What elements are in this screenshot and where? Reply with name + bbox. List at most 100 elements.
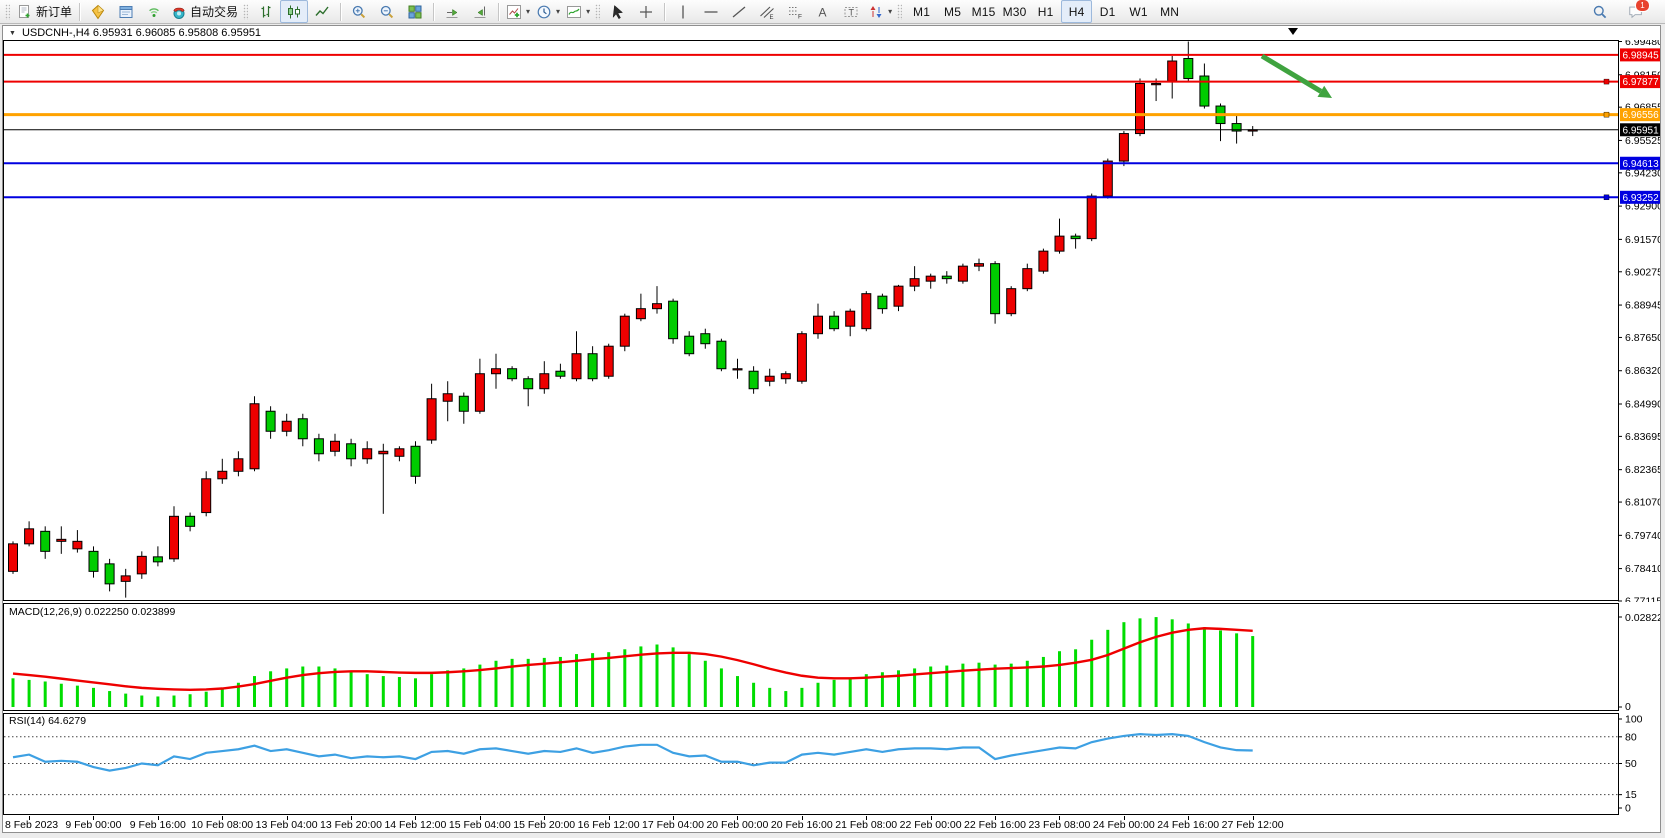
candle xyxy=(379,444,388,514)
arrows-button[interactable]: ▾ xyxy=(865,0,895,23)
candle xyxy=(942,271,951,284)
vertical-line-icon xyxy=(675,4,691,20)
time-axis-label: 14 Feb 12:00 xyxy=(384,819,446,831)
clock-icon xyxy=(536,4,552,20)
periods-button[interactable]: ▾ xyxy=(533,0,563,23)
candlestick-series xyxy=(9,42,1258,598)
svg-text:0: 0 xyxy=(1625,803,1631,815)
tf-w1-button[interactable]: W1 xyxy=(1123,0,1154,23)
time-axis-label: 16 Feb 12:00 xyxy=(578,819,640,831)
svg-text:6.94613: 6.94613 xyxy=(1623,159,1660,170)
crosshair-button[interactable] xyxy=(632,0,660,23)
tf-m1-button[interactable]: M1 xyxy=(906,0,937,23)
dropdown-caret-icon[interactable]: ▾ xyxy=(556,7,560,16)
notifications-button[interactable]: 1 xyxy=(1622,0,1650,23)
new-order-button[interactable]: 新订单 xyxy=(14,0,75,23)
candle xyxy=(1023,264,1032,292)
tf-m1-button-label: M1 xyxy=(913,5,930,19)
chart-shift-marker-icon[interactable] xyxy=(1288,28,1298,35)
toolbar-grip[interactable] xyxy=(243,4,248,20)
label-icon: T xyxy=(843,4,859,20)
candle xyxy=(427,384,436,444)
auto-trading-button[interactable]: 自动交易 xyxy=(168,0,241,23)
candle xyxy=(975,259,984,272)
candle xyxy=(814,304,823,339)
candle xyxy=(926,274,935,289)
indicators-icon xyxy=(506,4,522,20)
line-handle[interactable] xyxy=(1604,79,1609,84)
market-watch-button[interactable] xyxy=(84,0,112,23)
text-button[interactable]: A xyxy=(809,0,837,23)
toolbar-grip[interactable] xyxy=(5,4,10,20)
svg-text:6.81070: 6.81070 xyxy=(1625,497,1660,509)
dropdown-caret-icon[interactable]: ▾ xyxy=(526,7,530,16)
candle xyxy=(186,513,195,532)
svg-text:6.99480: 6.99480 xyxy=(1625,40,1660,48)
time-axis-label: 9 Feb 00:00 xyxy=(65,819,121,831)
candle xyxy=(910,266,919,291)
svg-text:6.86320: 6.86320 xyxy=(1625,365,1660,377)
fibonacci-button[interactable]: F xyxy=(781,0,809,23)
cursor-button[interactable] xyxy=(604,0,632,23)
rsi-pane[interactable]: 1008050150 xyxy=(3,712,1660,816)
candle xyxy=(89,546,98,577)
line-chart-icon xyxy=(314,4,330,20)
equidistant-channel-button[interactable]: E xyxy=(753,0,781,23)
candle xyxy=(73,530,82,553)
candle xyxy=(846,309,855,337)
text-icon: A xyxy=(815,4,831,20)
signals-button[interactable] xyxy=(140,0,168,23)
time-axis-label: 23 Feb 08:00 xyxy=(1028,819,1090,831)
horizontal-line-button[interactable] xyxy=(697,0,725,23)
candle xyxy=(524,376,533,406)
text-label-button[interactable]: T xyxy=(837,0,865,23)
candle xyxy=(733,359,742,379)
tf-h4-button[interactable]: H4 xyxy=(1061,0,1092,23)
tile-windows-button[interactable] xyxy=(401,0,429,23)
toolbar-grip[interactable] xyxy=(897,4,902,20)
candle xyxy=(765,369,774,387)
tf-d1-button[interactable]: D1 xyxy=(1092,0,1123,23)
svg-text:15: 15 xyxy=(1625,789,1637,801)
vertical-line-button[interactable] xyxy=(669,0,697,23)
line-handle[interactable] xyxy=(1604,112,1609,117)
candle xyxy=(572,331,581,381)
templates-button[interactable]: ▾ xyxy=(563,0,593,23)
macd-pane[interactable]: 0.0282270 xyxy=(3,602,1660,712)
tf-m15-button[interactable]: M15 xyxy=(968,0,999,23)
price-chart-pane[interactable]: 6.994806.981506.968556.955256.942306.929… xyxy=(3,40,1660,602)
collapse-chart-icon[interactable]: ▼ xyxy=(9,30,16,37)
candle xyxy=(9,541,18,574)
tf-m5-button-label: M5 xyxy=(944,5,961,19)
candle xyxy=(1087,194,1096,242)
chart-shift-button[interactable] xyxy=(466,0,494,23)
trendline-button[interactable] xyxy=(725,0,753,23)
zoom-in-button[interactable] xyxy=(345,0,373,23)
search-button[interactable] xyxy=(1586,0,1614,23)
line-chart-button[interactable] xyxy=(308,0,336,23)
svg-text:E: E xyxy=(770,15,774,20)
time-axis: 8 Feb 20239 Feb 00:009 Feb 16:0010 Feb 0… xyxy=(3,816,1653,832)
candle xyxy=(1232,114,1241,144)
zoom-out-button[interactable] xyxy=(373,0,401,23)
dropdown-caret-icon[interactable]: ▾ xyxy=(586,7,590,16)
auto-scroll-button[interactable] xyxy=(438,0,466,23)
data-window-button[interactable] xyxy=(112,0,140,23)
candle xyxy=(991,261,1000,324)
tf-m30-button[interactable]: M30 xyxy=(999,0,1030,23)
candle xyxy=(636,294,645,322)
candlestick-icon xyxy=(286,4,302,20)
candlestick-chart-button[interactable] xyxy=(280,0,308,23)
tf-h1-button[interactable]: H1 xyxy=(1030,0,1061,23)
tf-m5-button[interactable]: M5 xyxy=(937,0,968,23)
trend-arrow-annotation[interactable] xyxy=(1262,56,1332,98)
dropdown-caret-icon[interactable]: ▾ xyxy=(888,7,892,16)
bar-chart-button[interactable] xyxy=(252,0,280,23)
indicators-button[interactable]: ▾ xyxy=(503,0,533,23)
time-axis-label: 20 Feb 16:00 xyxy=(771,819,833,831)
tf-mn-button[interactable]: MN xyxy=(1154,0,1185,23)
toolbar-grip[interactable] xyxy=(595,4,600,20)
line-handle[interactable] xyxy=(1604,195,1609,200)
candle xyxy=(25,521,34,546)
chat-icon: 1 xyxy=(1628,4,1644,20)
